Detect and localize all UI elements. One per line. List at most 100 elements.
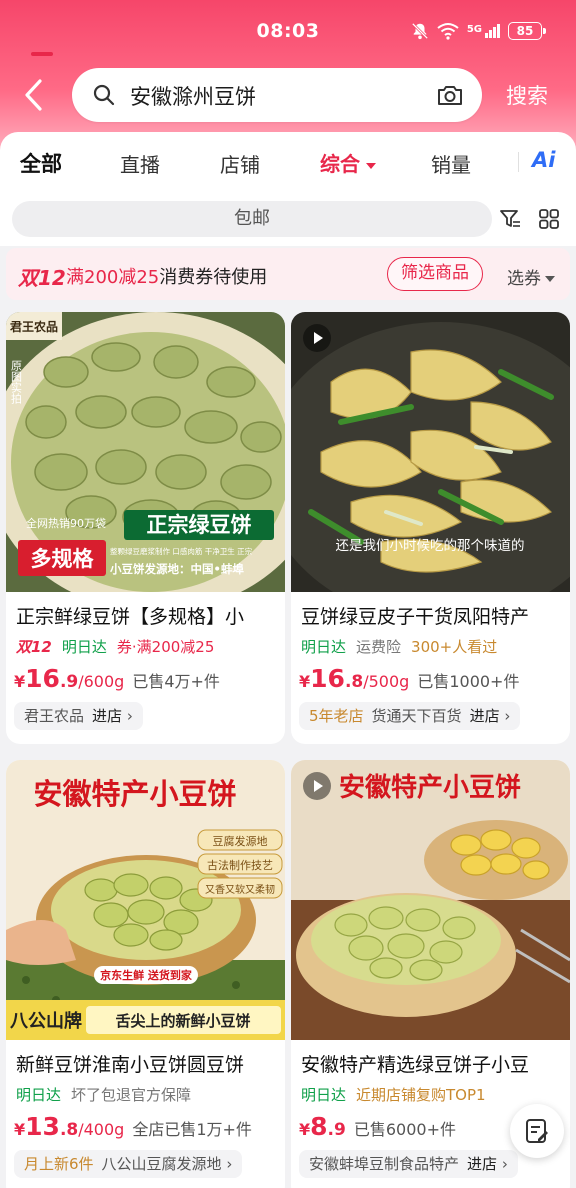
shop-badge: 月上新6件	[24, 1155, 94, 1173]
image-headline: 正宗绿豆饼	[147, 513, 252, 537]
notes-float-button[interactable]	[510, 1104, 564, 1158]
product-title[interactable]: 新鲜豆饼淮南小豆饼圆豆饼	[16, 1050, 278, 1077]
price-unit: /500g	[363, 672, 410, 691]
product-image[interactable]: 安徽特产小豆饼	[291, 760, 570, 1040]
price-decimal: .9	[327, 1120, 346, 1140]
price-decimal: .8	[59, 1120, 79, 1140]
active-tab-indicator	[31, 52, 53, 56]
chevron-right-icon: ›	[126, 707, 133, 725]
image-origin: 小豆饼发源地：中国•蚌埠	[109, 562, 244, 576]
product-title[interactable]: 正宗鲜绿豆饼【多规格】小	[16, 602, 278, 629]
insurance-tag: 运费险	[356, 638, 402, 656]
price-integer: 13	[25, 1112, 60, 1141]
rank-tag: 近期店铺复购TOP1	[356, 1086, 486, 1104]
product-title[interactable]: 安徽特产精选绿豆饼子小豆	[301, 1050, 563, 1077]
video-subtitle: 还是我们小时候吃的那个味道的	[336, 538, 525, 554]
image-badge: 豆腐发源地	[213, 834, 268, 848]
back-arrow-icon[interactable]	[20, 78, 50, 112]
shop-name: 货通天下百货	[371, 707, 462, 725]
network-icon: 5G	[467, 24, 500, 38]
image-badge: 又香又软又柔韧	[205, 883, 275, 896]
image-headline: 安徽特产小豆饼	[33, 777, 236, 811]
product-card[interactable]: 还是我们小时候吃的那个味道的 豆饼绿豆皮子干货凤阳特产 明日达 运费险 300+人看…	[291, 312, 570, 744]
promo-tag: 券·满200减25	[116, 638, 215, 656]
camera-icon[interactable]	[436, 81, 464, 109]
shop-link[interactable]: 5年老店 货通天下百货 进店 ›	[299, 702, 521, 730]
delivery-tag: 明日达	[61, 638, 107, 656]
product-price: ¥16.9/600g 已售4万+件	[14, 664, 220, 693]
tab-shops[interactable]: 店铺	[220, 149, 260, 178]
shop-link[interactable]: 月上新6件 八公山豆腐发源地 ›	[14, 1150, 243, 1178]
image-features: 整颗绿豆磨浆制作 口感肉筋 干净卫生 正宗	[110, 546, 253, 556]
product-card[interactable]: 君王农品 原图实拍 全网热销90万袋 正宗绿豆饼 多规格 整颗绿豆磨浆制作 口感…	[6, 312, 285, 744]
image-jd-badge: 京东生鲜 送货到家	[100, 968, 193, 982]
price-integer: 16	[25, 664, 60, 693]
tab-bar	[0, 132, 576, 190]
product-tags: 明日达 坏了包退官方保障	[16, 1084, 201, 1105]
filter-products-button[interactable]: 筛选商品	[387, 257, 483, 291]
mung-bean-cakes-photo: 君王农品 原图实拍 全网热销90万袋 正宗绿豆饼 多规格 整颗绿豆磨浆制作 口感…	[6, 312, 285, 592]
image-brand-text: 八公山牌	[10, 1010, 82, 1032]
price-decimal: .8	[344, 672, 364, 692]
free-shipping-filter[interactable]: 包邮	[12, 201, 492, 237]
enter-shop-label: 进店	[92, 707, 123, 725]
coupon-banner: 双12 满200减25消费券待使用 筛选商品 选券	[6, 248, 570, 300]
mute-bell-icon	[411, 22, 429, 40]
grid-view-icon[interactable]	[538, 208, 560, 230]
dropdown-caret-icon	[366, 162, 376, 169]
chevron-right-icon: ›	[226, 1155, 233, 1173]
product-tags: 双12 明日达 券·满200减25	[16, 636, 214, 657]
product-image[interactable]: 君王农品 原图实拍 全网热销90万袋 正宗绿豆饼 多规格 整颗绿豆磨浆制作 口感…	[6, 312, 285, 592]
tab-sales[interactable]: 销量	[431, 149, 471, 178]
shop-name: 八公山豆腐发源地	[101, 1155, 222, 1173]
shop-link[interactable]: 安徽蚌埠豆制食品特产 进店 ›	[299, 1150, 518, 1178]
image-headline: 安徽特产小豆饼	[339, 772, 521, 803]
sold-count: 已售4万+件	[132, 672, 220, 691]
edit-note-icon	[526, 1119, 548, 1143]
product-tags: 明日达 近期店铺复购TOP1	[301, 1084, 486, 1105]
currency-symbol: ¥	[14, 672, 26, 691]
price-integer: 8	[310, 1112, 328, 1141]
sold-count: 已售1000+件	[417, 672, 520, 691]
product-price: ¥8.9 已售6000+件	[299, 1112, 456, 1141]
mung-bean-cakes-bowl-photo: 安徽特产小豆饼 豆腐发源地 古法制作技艺 又香又软又柔韧 京东生鲜 送货到家 八…	[6, 760, 285, 1040]
shop-name: 安徽蚌埠豆制食品特产	[309, 1155, 460, 1173]
select-coupon-dropdown[interactable]: 选券	[507, 264, 555, 289]
dropdown-caret-icon	[545, 276, 555, 282]
coupon-text: 满200减25消费券待使用	[66, 263, 267, 289]
image-spec: 多规格	[31, 547, 95, 571]
ai-assistant-icon[interactable]: Ai	[532, 148, 555, 172]
tab-comprehensive[interactable]: 综合	[320, 148, 376, 177]
product-image[interactable]: 安徽特产小豆饼 豆腐发源地 古法制作技艺 又香又软又柔韧 京东生鲜 送货到家 八…	[6, 760, 285, 1040]
image-banner-top: 全网热销90万袋	[26, 516, 106, 530]
price-unit: /400g	[78, 1120, 125, 1139]
enter-shop-label: 进店	[469, 707, 500, 725]
currency-symbol: ¥	[299, 1120, 311, 1139]
coupon-status: 消费券待使用	[159, 267, 268, 288]
product-card[interactable]: 安徽特产小豆饼 豆腐发源地 古法制作技艺 又香又软又柔韧 京东生鲜 送货到家 八…	[6, 760, 285, 1188]
delivery-tag: 明日达	[301, 1086, 347, 1104]
search-input[interactable]: 安徽滁州豆饼	[72, 68, 482, 122]
status-bar: 08:03 5G 85	[0, 0, 576, 66]
currency-symbol: ¥	[299, 672, 311, 691]
image-badge: 古法制作技艺	[207, 858, 273, 872]
tab-comprehensive-label: 综合	[320, 152, 360, 176]
wifi-icon	[437, 23, 459, 40]
product-title[interactable]: 豆饼绿豆皮子干货凤阳特产	[301, 602, 563, 629]
guarantee-tag: 坏了包退官方保障	[71, 1086, 192, 1104]
sold-count: 已售6000+件	[353, 1120, 456, 1139]
filter-funnel-icon[interactable]	[499, 208, 521, 230]
product-price: ¥16.8/500g 已售1000+件	[299, 664, 519, 693]
search-button[interactable]: 搜索	[506, 80, 548, 110]
video-play-icon[interactable]	[303, 772, 331, 800]
tab-all[interactable]: 全部	[20, 148, 62, 178]
tab-live[interactable]: 直播	[120, 149, 160, 178]
video-play-icon[interactable]	[303, 324, 331, 352]
shop-link[interactable]: 君王农品 进店 ›	[14, 702, 143, 730]
shop-name: 君王农品	[24, 707, 85, 725]
price-decimal: .9	[59, 672, 79, 692]
product-tags: 明日达 运费险 300+人看过	[301, 636, 497, 657]
bean-cakes-bowls-photo: 安徽特产小豆饼	[291, 760, 570, 1040]
product-image[interactable]: 还是我们小时候吃的那个味道的	[291, 312, 570, 592]
stir-fried-bean-strips-photo: 还是我们小时候吃的那个味道的	[291, 312, 570, 592]
